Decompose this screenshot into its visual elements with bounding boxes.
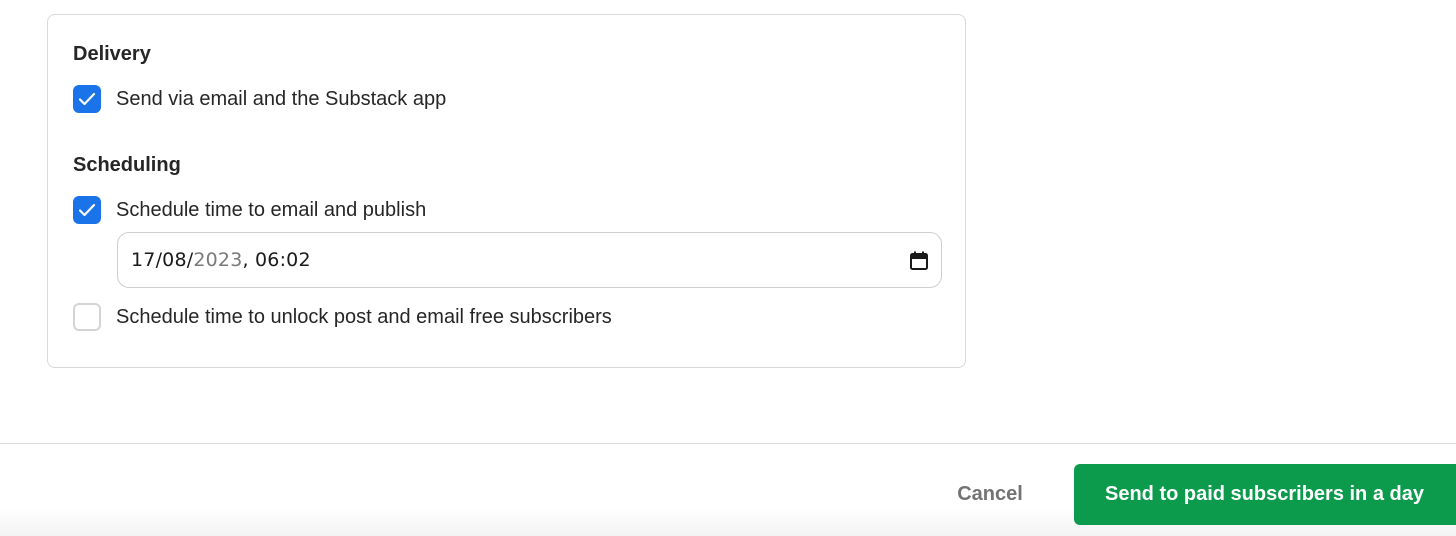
- cancel-button[interactable]: Cancel: [940, 464, 1040, 524]
- delivery-email-app-option[interactable]: Send via email and the Substack app: [73, 83, 446, 115]
- datetime-time[interactable]: , 06:02: [243, 249, 311, 271]
- scheduling-title: Scheduling: [73, 154, 181, 176]
- datetime-year[interactable]: 2023: [193, 249, 242, 271]
- schedule-unlock-option[interactable]: Schedule time to unlock post and email f…: [73, 301, 612, 333]
- delivery-email-app-label: Send via email and the Substack app: [116, 87, 447, 110]
- delivery-title: Delivery: [73, 43, 151, 65]
- schedule-unlock-label: Schedule time to unlock post and email f…: [116, 305, 612, 328]
- datetime-day-month[interactable]: 17/08/: [131, 249, 193, 271]
- delivery-email-app-checkbox[interactable]: [73, 85, 101, 113]
- publish-settings-page: Delivery Send via email and the Substack…: [0, 0, 1456, 536]
- datetime-value[interactable]: 17/08/2023, 06:02: [131, 249, 311, 271]
- schedule-publish-checkbox[interactable]: [73, 196, 101, 224]
- check-icon: [78, 203, 96, 217]
- schedule-datetime-input[interactable]: 17/08/2023, 06:02: [117, 232, 942, 288]
- settings-card: Delivery Send via email and the Substack…: [47, 14, 966, 368]
- schedule-publish-label: Schedule time to email and publish: [116, 198, 427, 221]
- check-icon: [78, 92, 96, 106]
- calendar-icon[interactable]: [909, 250, 929, 270]
- schedule-publish-option[interactable]: Schedule time to email and publish: [73, 194, 426, 226]
- schedule-unlock-checkbox[interactable]: [73, 303, 101, 331]
- send-to-paid-subscribers-button[interactable]: Send to paid subscribers in a day: [1074, 464, 1456, 525]
